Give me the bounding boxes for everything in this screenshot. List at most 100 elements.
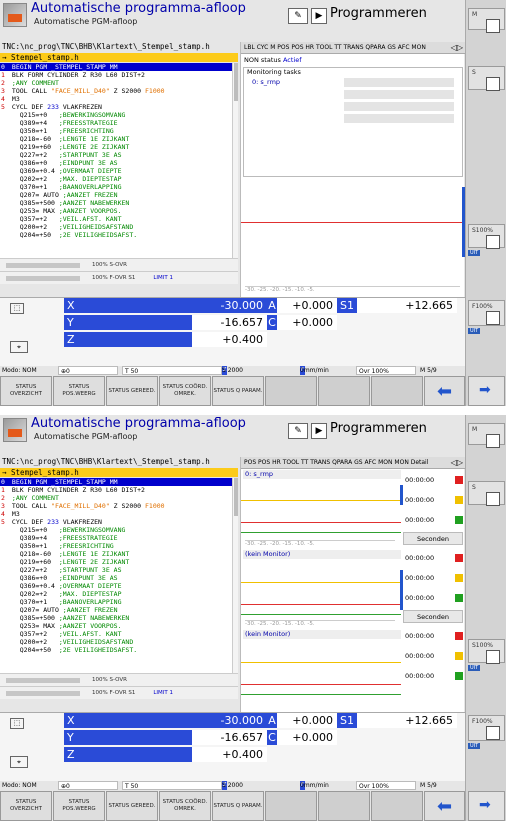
program-line[interactable]: 0 BEGIN PGM _STEMPEL_STAMP MM — [0, 478, 232, 486]
program-line[interactable]: Q204=+50 ;2E VEILIGHEIDSAFST. — [0, 646, 232, 654]
position-mode-icon[interactable]: ⬚ — [10, 718, 24, 729]
side-key-forward[interactable]: ➡ — [468, 376, 505, 406]
program-line[interactable]: Q207= AUTO ;AANZET FREZEN — [0, 191, 232, 199]
status-panel-detail: POS POS HR TOOL TT TRANS QPARA GS AFC MO… — [240, 457, 465, 712]
axis-row-z: Z +0.400 — [64, 747, 465, 762]
program-line[interactable]: Q389=+4 ;FREESSTRATEGIE — [0, 119, 232, 127]
softkey-status-qparam[interactable]: STATUS Q PARAM. — [212, 791, 264, 821]
side-softkeys: M S S100% UIT F100% UIT ➡ — [465, 415, 506, 821]
softkey-status-transform[interactable]: STATUS COÖRD. OMREK. — [159, 791, 211, 821]
program-line[interactable]: Q389=+4 ;FREESSTRATEGIE — [0, 534, 232, 542]
program-line[interactable]: Q370=+1 ;BAANOVERLAPPING — [0, 598, 232, 606]
program-line[interactable]: Q227=+2 ;STARTPUNT 3E AS — [0, 151, 232, 159]
program-line[interactable]: Q218=-60 ;LENGTE 1E ZIJKANT — [0, 550, 232, 558]
softkey-status-position[interactable]: STATUS POS.WEERG — [53, 376, 105, 406]
softkey-empty[interactable] — [371, 376, 423, 406]
program-line[interactable]: 4 M3 — [0, 510, 232, 518]
feed-override-bar — [6, 276, 80, 281]
softkey-status-overview[interactable]: STATUS OVERZICHT — [0, 376, 52, 406]
program-line[interactable]: Q219=+60 ;LENGTE 2E ZIJKANT — [0, 558, 232, 566]
program-line[interactable]: Q215=+0 ;BEWERKINGSOMVANG — [0, 526, 232, 534]
program-line[interactable]: Q253= MAX ;AANZET VOORPOS. — [0, 207, 232, 215]
softkey-status-tool[interactable]: STATUS GEREED. — [106, 791, 158, 821]
program-line[interactable]: Q253= MAX ;AANZET VOORPOS. — [0, 622, 232, 630]
program-line[interactable]: Q200=+2 ;VEILIGHEIDSAFSTAND — [0, 638, 232, 646]
softkey-back[interactable]: ⬅ — [424, 376, 465, 406]
program-line[interactable]: Q219=+60 ;LENGTE 2E ZIJKANT — [0, 143, 232, 151]
softkey-status-tool[interactable]: STATUS GEREED. — [106, 376, 158, 406]
listing-scrollbar[interactable] — [232, 63, 238, 258]
side-key-forward[interactable]: ➡ — [468, 791, 505, 821]
feed-override: 100% F-OVR S1 LIMIT 1 — [0, 686, 238, 699]
softkey-status-transform[interactable]: STATUS COÖRD. OMREK. — [159, 376, 211, 406]
program-listing[interactable]: 0 BEGIN PGM _STEMPEL_STAMP MM 1 BLK FORM… — [0, 478, 232, 673]
softkey-back[interactable]: ⬅ — [424, 791, 465, 821]
side-key-m[interactable]: M — [468, 8, 505, 33]
monitor-task-row[interactable]: 0: s_rmp — [252, 78, 326, 87]
listing-scrollbar[interactable] — [232, 478, 238, 673]
program-line[interactable]: Q218=-60 ;LENGTE 1E ZIJKANT — [0, 135, 232, 143]
tool-axis-icon[interactable]: ⌖ — [10, 341, 28, 353]
side-key-s-override[interactable]: S100% — [468, 639, 505, 664]
side-key-m[interactable]: M — [468, 423, 505, 448]
softkey-empty[interactable] — [318, 791, 370, 821]
program-line[interactable]: Q385=+500 ;AANZET NABEWERKEN — [0, 614, 232, 622]
side-key-f-override[interactable]: F100% — [468, 715, 505, 741]
status-tabs[interactable]: POS POS HR TOOL TT TRANS QPARA GS AFC MO… — [241, 457, 465, 469]
monitor-row-1[interactable]: 0: s_rmp — [243, 470, 401, 479]
tab-scroll-icon[interactable]: ◁▷ — [451, 42, 463, 53]
program-line[interactable]: 3 TOOL CALL "FACE_MILL_D40" Z S2000 F100… — [0, 87, 232, 95]
program-line[interactable]: Q350=+1 ;FREESRICHTING — [0, 127, 232, 135]
program-line[interactable]: 2 ;ANY COMMENT — [0, 494, 232, 502]
program-line[interactable]: Q215=+0 ;BEWERKINGSOMVANG — [0, 111, 232, 119]
program-line[interactable]: 5 CYCL DEF 233 VLAKFREZEN — [0, 518, 232, 526]
program-line[interactable]: Q370=+1 ;BAANOVERLAPPING — [0, 183, 232, 191]
monitor-graph — [241, 182, 465, 292]
program-line[interactable]: Q357=+2 ;VEIL.AFST. KANT — [0, 630, 232, 638]
softkey-empty[interactable] — [265, 791, 317, 821]
program-line[interactable]: Q204=+50 ;2E VEILIGHEIDSAFST. — [0, 231, 232, 239]
side-key-f-override[interactable]: F100% — [468, 300, 505, 326]
side-key-s[interactable]: S — [468, 481, 505, 506]
softkey-empty[interactable] — [318, 376, 370, 406]
programming-label: Programmeren — [330, 421, 427, 436]
side-key-s[interactable]: S — [468, 66, 505, 91]
program-line[interactable]: Q202=+2 ;MAX. DIEPTESTAP — [0, 590, 232, 598]
programming-mode-button[interactable]: ✎ ▶ Programmeren — [288, 6, 458, 26]
program-line[interactable]: Q386=+0 ;EINDPUNT 3E AS — [0, 574, 232, 582]
tool-axis-icon[interactable]: ⌖ — [10, 756, 28, 768]
softkey-empty[interactable] — [265, 376, 317, 406]
program-line[interactable]: Q385=+500 ;AANZET NABEWERKEN — [0, 199, 232, 207]
softkey-status-overview[interactable]: STATUS OVERZICHT — [0, 791, 52, 821]
program-line[interactable]: 4 M3 — [0, 95, 232, 103]
program-line[interactable]: 3 TOOL CALL "FACE_MILL_D40" Z S2000 F100… — [0, 502, 232, 510]
mode-title: Automatische programma-afloop — [31, 416, 246, 431]
program-line[interactable]: Q200=+2 ;VEILIGHEIDSAFSTAND — [0, 223, 232, 231]
program-line[interactable]: Q227=+2 ;STARTPUNT 3E AS — [0, 566, 232, 574]
program-line[interactable]: Q207= AUTO ;AANZET FREZEN — [0, 606, 232, 614]
tab-scroll-icon[interactable]: ◁▷ — [451, 457, 463, 468]
program-line[interactable]: Q202=+2 ;MAX. DIEPTESTAP — [0, 175, 232, 183]
program-line[interactable]: 5 CYCL DEF 233 VLAKFREZEN — [0, 103, 232, 111]
monitor-row-3[interactable]: (kein Monitor) — [243, 630, 401, 639]
status-tabs[interactable]: LBL CYC M POS POS HR TOOL TT TRANS QPARA… — [241, 42, 465, 54]
side-key-s-override[interactable]: S100% — [468, 224, 505, 249]
softkey-status-qparam[interactable]: STATUS Q PARAM. — [212, 376, 264, 406]
softkey-empty[interactable] — [371, 791, 423, 821]
program-line[interactable]: Q357=+2 ;VEIL.AFST. KANT — [0, 215, 232, 223]
programming-mode-button[interactable]: ✎ ▶ Programmeren — [288, 421, 458, 441]
program-line[interactable]: Q369=+0.4 ;OVERMAAT DIEPTE — [0, 582, 232, 590]
program-line[interactable]: Q369=+0.4 ;OVERMAAT DIEPTE — [0, 167, 232, 175]
seconds-header: Seconden — [403, 610, 463, 623]
softkey-status-position[interactable]: STATUS POS.WEERG — [53, 791, 105, 821]
program-line[interactable]: 0 BEGIN PGM _STEMPEL_STAMP MM — [0, 63, 232, 71]
program-line[interactable]: 1 BLK FORM CYLINDER Z R30 L60 DIST+2 — [0, 486, 232, 494]
position-mode-icon[interactable]: ⬚ — [10, 303, 24, 314]
program-line[interactable]: Q386=+0 ;EINDPUNT 3E AS — [0, 159, 232, 167]
monitor-row-2[interactable]: (kein Monitor) — [243, 550, 401, 559]
program-line[interactable]: Q350=+1 ;FREESRICHTING — [0, 542, 232, 550]
program-line[interactable]: 1 BLK FORM CYLINDER Z R30 L60 DIST+2 — [0, 71, 232, 79]
program-line[interactable]: 2 ;ANY COMMENT — [0, 79, 232, 87]
time-green: 00:00:00 — [405, 512, 465, 528]
program-listing[interactable]: 0 BEGIN PGM _STEMPEL_STAMP MM 1 BLK FORM… — [0, 63, 232, 258]
